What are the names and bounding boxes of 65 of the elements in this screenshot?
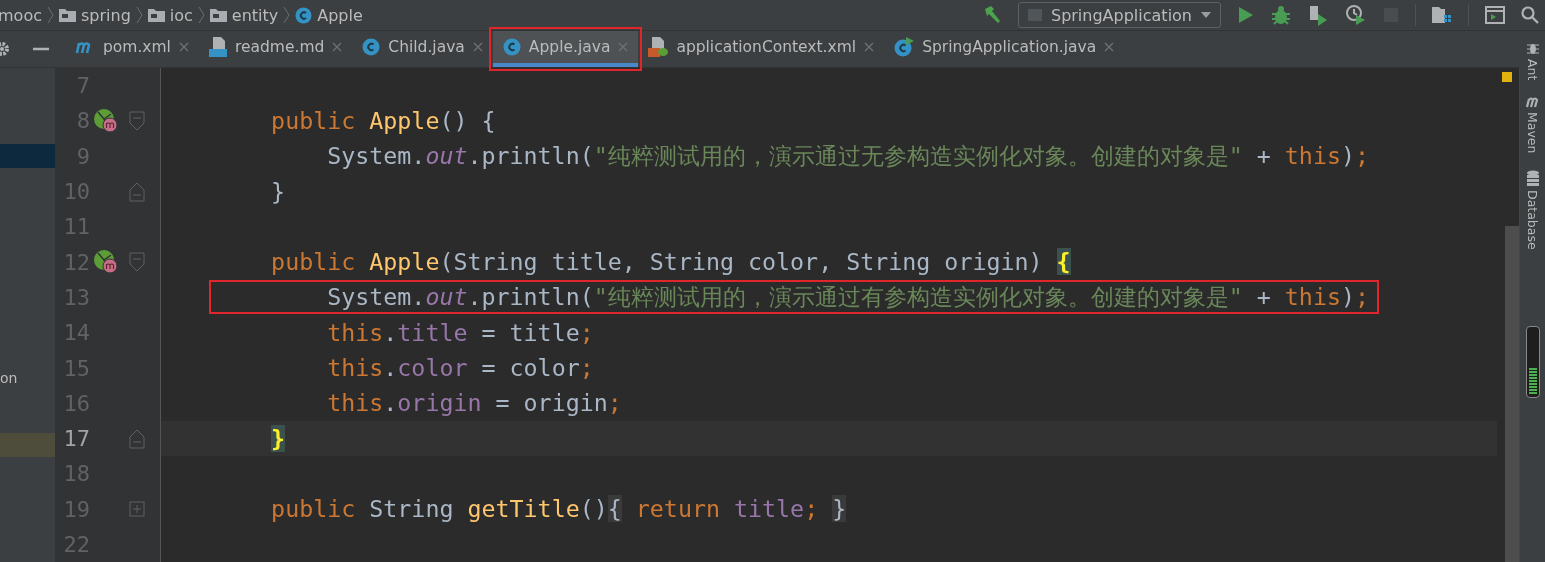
- chevron-icon: [135, 6, 143, 24]
- close-icon[interactable]: [618, 42, 629, 52]
- code-line: public Apple() {: [270, 105, 497, 136]
- breadcrumb-item[interactable]: mooc: [0, 5, 42, 25]
- class-icon: [502, 38, 521, 56]
- editor-tab[interactable]: Child.java: [352, 31, 493, 67]
- caret-icon: [1200, 11, 1212, 19]
- code-line: this.origin = origin;: [326, 388, 623, 419]
- tool-window-button[interactable]: Ant: [1525, 41, 1540, 81]
- breadcrumb-item[interactable]: spring: [58, 5, 131, 25]
- run-icon[interactable]: [1237, 5, 1255, 25]
- tool-window-button[interactable]: Database: [1525, 169, 1540, 250]
- window-icon: [1026, 8, 1043, 22]
- editor-tab[interactable]: applicationContext.xml: [638, 31, 885, 67]
- code-line: public Apple(String title, String color, String origin) {: [270, 247, 1072, 278]
- editor-tab[interactable]: readme.md: [198, 31, 353, 67]
- close-icon[interactable]: [472, 42, 483, 52]
- expand-icon[interactable]: [129, 501, 145, 518]
- profiler-icon[interactable]: [1345, 4, 1367, 26]
- runnable-class-icon: [894, 37, 915, 57]
- close-icon[interactable]: [178, 42, 189, 52]
- coverage-icon[interactable]: [1307, 4, 1329, 26]
- tool-window-button[interactable]: Maven: [1524, 96, 1541, 154]
- xml-file-icon: [648, 37, 669, 57]
- run-configuration-dropdown[interactable]: SpringApplication: [1017, 2, 1221, 28]
- editor-tab[interactable]: SpringApplication.java: [884, 31, 1125, 67]
- code-line: public String getTitle(){ return title; }: [270, 494, 848, 525]
- fold-icon[interactable]: [129, 181, 145, 202]
- code-line: this.color = color;: [326, 353, 595, 383]
- search-icon[interactable]: [1521, 6, 1539, 24]
- class-icon: [295, 6, 313, 24]
- breadcrumb-item[interactable]: Apple: [295, 5, 363, 25]
- maven-icon: [1524, 96, 1541, 109]
- terminal-icon[interactable]: [1485, 6, 1505, 24]
- close-icon[interactable]: [1104, 42, 1115, 52]
- warning-marker[interactable]: [1502, 72, 1512, 82]
- code-line: this.title = title;: [326, 317, 595, 348]
- project-structure-icon[interactable]: [1432, 6, 1452, 24]
- scrollbar-thumb[interactable]: [1505, 226, 1519, 562]
- chevron-icon: [46, 6, 54, 24]
- bug-icon[interactable]: [1271, 5, 1291, 25]
- bean-marker-icon[interactable]: [93, 108, 119, 133]
- editor-tab[interactable]: pom.xml: [65, 31, 199, 67]
- close-icon[interactable]: [332, 42, 343, 52]
- minus-icon[interactable]: [33, 47, 49, 51]
- code-line: System.out.println("纯粹测试用的，演示通过无参构造实例化对象。创建的对象是" + this);: [326, 141, 1370, 172]
- class-icon: [362, 38, 381, 56]
- folder-icon: [147, 8, 165, 22]
- ant-icon: [1525, 41, 1540, 55]
- bean-marker-icon[interactable]: [93, 250, 119, 275]
- code-line: }: [270, 176, 287, 207]
- fold-icon[interactable]: [129, 252, 145, 273]
- folder-icon: [58, 8, 76, 22]
- close-icon[interactable]: [864, 42, 875, 52]
- fold-icon[interactable]: [129, 110, 145, 131]
- fold-icon[interactable]: [129, 428, 145, 449]
- chevron-icon: [283, 6, 291, 24]
- database-icon: [1525, 169, 1540, 186]
- chevron-icon: [197, 6, 205, 24]
- breadcrumb-item[interactable]: ioc: [147, 5, 193, 25]
- folder-icon: [209, 8, 227, 22]
- breadcrumb-item[interactable]: entity: [209, 5, 279, 25]
- line-number: 17: [62, 426, 90, 452]
- tree-item-label[interactable]: on: [0, 370, 55, 390]
- document-icon: [208, 37, 227, 57]
